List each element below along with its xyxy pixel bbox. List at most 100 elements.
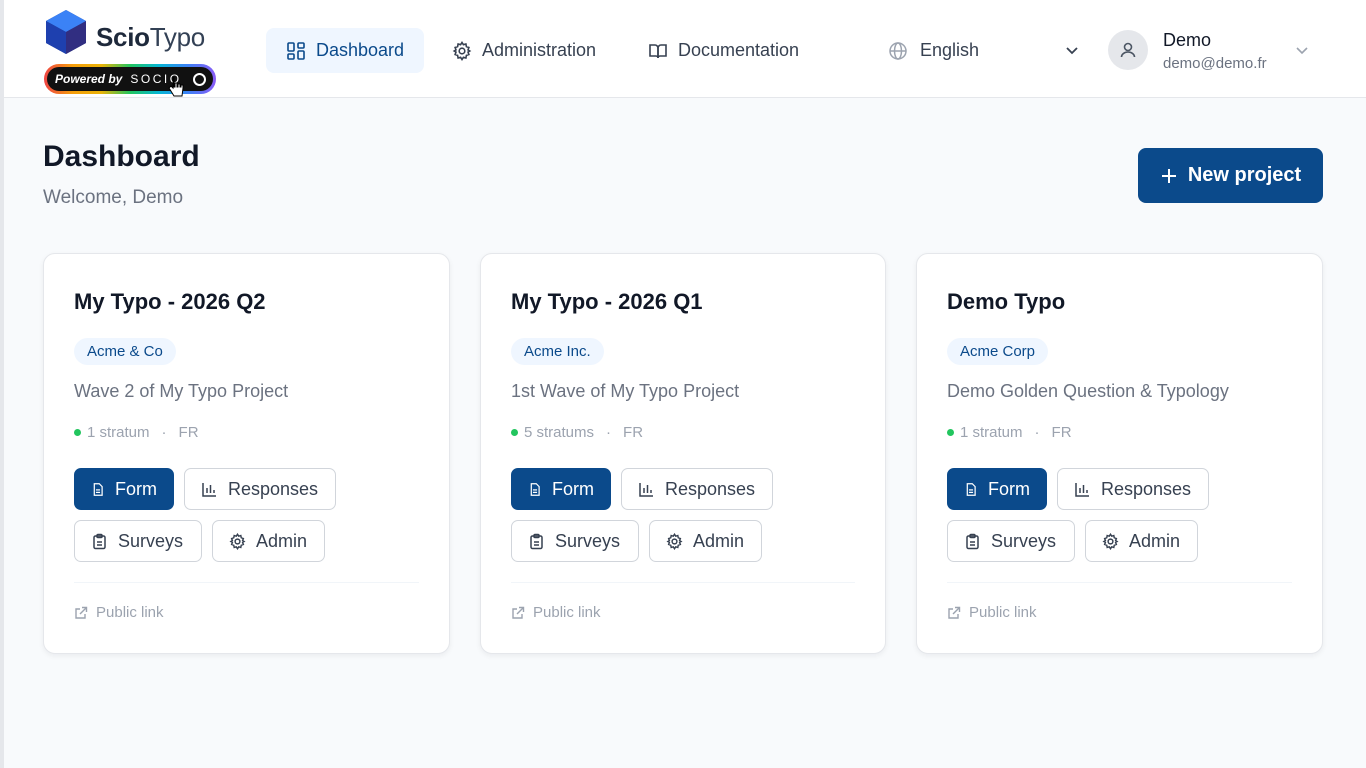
project-language: FR — [623, 424, 644, 441]
powered-by-label: Powered by — [55, 72, 123, 86]
clipboard-icon — [93, 533, 106, 549]
strata-count: 1 stratum — [87, 424, 150, 441]
document-icon — [530, 482, 540, 496]
form-label: Form — [552, 478, 594, 499]
project-card: My Typo - 2026 Q1 Acme Inc. 1st Wave of … — [480, 253, 886, 654]
public-link-label: Public link — [96, 604, 164, 621]
status-dot-icon — [947, 429, 954, 436]
responses-label: Responses — [1101, 478, 1192, 499]
surveys-label: Surveys — [991, 530, 1057, 551]
powered-by-badge[interactable]: Powered by SOCIO — [44, 64, 216, 94]
project-description: 1st Wave of My Typo Project — [511, 381, 740, 401]
grid-icon — [287, 41, 305, 60]
nav-administration-label: Administration — [482, 40, 597, 60]
status-dot-icon — [74, 429, 81, 436]
responses-button[interactable]: Responses — [184, 468, 336, 510]
window-edge — [0, 0, 4, 768]
public-link[interactable]: Public link — [511, 604, 601, 621]
external-link-icon — [948, 606, 961, 619]
hexagon-logo-icon — [46, 10, 86, 54]
responses-button[interactable]: Responses — [1057, 468, 1209, 510]
page-subtitle: Welcome, Demo — [43, 187, 184, 208]
project-description: Wave 2 of My Typo Project — [74, 381, 289, 401]
project-meta: 1 stratum · FR — [947, 424, 1072, 441]
project-card: My Typo - 2026 Q2 Acme & Co Wave 2 of My… — [43, 253, 450, 654]
nav-administration[interactable]: Administration — [432, 28, 616, 73]
document-icon — [93, 482, 103, 496]
gear-icon — [229, 532, 246, 550]
language-select[interactable]: English — [888, 28, 1084, 73]
status-dot-icon — [511, 429, 518, 436]
admin-button[interactable]: Admin — [649, 520, 762, 562]
public-link[interactable]: Public link — [947, 604, 1037, 621]
meta-separator: · — [1034, 424, 1040, 441]
user-menu[interactable]: Demo demo@demo.fr — [1108, 24, 1328, 78]
page-title: Dashboard — [43, 140, 200, 173]
nav-dashboard[interactable]: Dashboard — [266, 28, 425, 73]
brand-name-bold: Scio — [96, 22, 150, 52]
nav-dashboard-label: Dashboard — [316, 40, 405, 60]
responses-label: Responses — [228, 478, 319, 499]
strata-count: 1 stratum — [960, 424, 1023, 441]
surveys-button[interactable]: Surveys — [511, 520, 639, 562]
surveys-button[interactable]: Surveys — [74, 520, 202, 562]
nav-documentation-label: Documentation — [678, 40, 800, 60]
project-title[interactable]: Demo Typo — [947, 289, 1065, 315]
public-link[interactable]: Public link — [74, 604, 164, 621]
user-email: demo@demo.fr — [1163, 55, 1267, 72]
admin-button[interactable]: Admin — [212, 520, 325, 562]
client-badge: Acme & Co — [74, 338, 176, 365]
nav-documentation[interactable]: Documentation — [628, 28, 819, 73]
client-badge: Acme Inc. — [511, 338, 604, 365]
chevron-down-icon — [1296, 47, 1308, 55]
card-divider — [511, 582, 855, 583]
public-link-label: Public link — [969, 604, 1037, 621]
brand-name: ScioTypo — [96, 22, 205, 53]
meta-separator: · — [606, 424, 612, 441]
avatar — [1108, 30, 1148, 70]
project-card: Demo Typo Acme Corp Demo Golden Question… — [916, 253, 1323, 654]
top-bar: ScioTypo Powered by SOCIO Dashboard Admi… — [4, 0, 1366, 98]
form-button[interactable]: Form — [74, 468, 174, 510]
project-meta: 5 stratums · FR — [511, 424, 643, 441]
plus-icon — [1161, 168, 1176, 183]
chevron-down-icon — [1066, 47, 1078, 55]
public-link-label: Public link — [533, 604, 601, 621]
responses-button[interactable]: Responses — [621, 468, 773, 510]
responses-label: Responses — [665, 478, 756, 499]
globe-icon — [889, 41, 907, 60]
language-selected: English — [920, 40, 980, 60]
book-icon — [649, 43, 667, 58]
project-title[interactable]: My Typo - 2026 Q1 — [511, 289, 703, 315]
meta-separator: · — [161, 424, 167, 441]
project-title[interactable]: My Typo - 2026 Q2 — [74, 289, 266, 315]
clipboard-icon — [530, 533, 543, 549]
form-button[interactable]: Form — [511, 468, 611, 510]
admin-label: Admin — [1129, 530, 1181, 551]
bar-chart-icon — [202, 482, 216, 497]
surveys-button[interactable]: Surveys — [947, 520, 1075, 562]
admin-button[interactable]: Admin — [1085, 520, 1198, 562]
admin-label: Admin — [693, 530, 745, 551]
external-link-icon — [512, 606, 525, 619]
project-description: Demo Golden Question & Typology — [947, 381, 1229, 401]
strata-count: 5 stratums — [524, 424, 595, 441]
gear-icon — [666, 532, 683, 550]
form-button[interactable]: Form — [947, 468, 1047, 510]
bar-chart-icon — [1075, 482, 1089, 497]
form-label: Form — [988, 478, 1030, 499]
external-link-icon — [75, 606, 88, 619]
client-badge: Acme Corp — [947, 338, 1049, 365]
project-language: FR — [1051, 424, 1072, 441]
new-project-button[interactable]: New project — [1138, 148, 1323, 203]
surveys-label: Surveys — [555, 530, 621, 551]
socio-mark-icon — [193, 73, 206, 86]
gear-icon — [1102, 532, 1119, 550]
document-icon — [966, 482, 976, 496]
form-label: Form — [115, 478, 157, 499]
mouse-cursor-icon — [168, 76, 184, 97]
card-divider — [74, 582, 419, 583]
brand-logo[interactable]: ScioTypo Powered by SOCIO — [44, 8, 224, 97]
brand-name-light: Typo — [149, 22, 205, 52]
user-icon — [1120, 42, 1136, 58]
